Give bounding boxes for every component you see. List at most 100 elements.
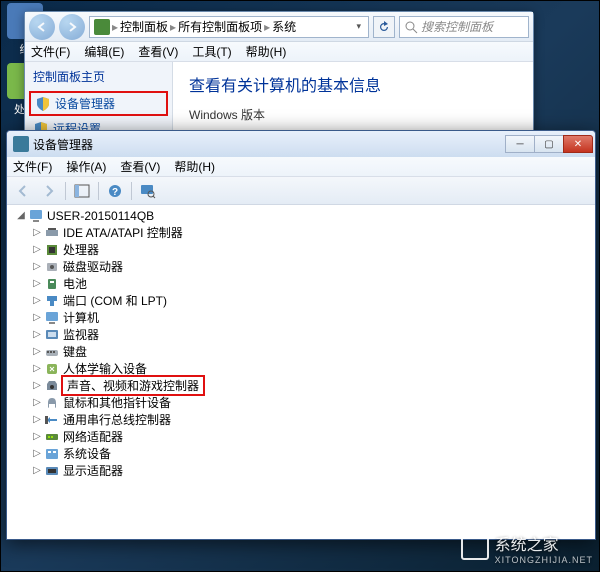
menu-action[interactable]: 操作(A): [66, 158, 106, 175]
breadcrumb-sep: ▸: [112, 20, 118, 34]
tree-node-label: 声音、视频和游戏控制器: [61, 375, 205, 396]
close-button[interactable]: ✕: [563, 135, 593, 153]
toolbar-separator: [131, 182, 132, 200]
menu-tools[interactable]: 工具(T): [192, 43, 231, 60]
expand-icon[interactable]: ▷: [31, 278, 43, 289]
control-panel-window: ▸ 控制面板 ▸ 所有控制面板项 ▸ 系统 ▾ 搜索控制面板 文件(F) 编辑(…: [24, 11, 534, 146]
device-category-icon: [44, 225, 60, 241]
dm-menubar: 文件(F) 操作(A) 查看(V) 帮助(H): [7, 157, 595, 177]
expand-icon[interactable]: ▷: [31, 431, 43, 442]
breadcrumb-sep: ▸: [170, 20, 176, 34]
menu-view[interactable]: 查看(V): [120, 158, 160, 175]
collapse-icon[interactable]: ◢: [15, 210, 27, 221]
cp-navbar: ▸ 控制面板 ▸ 所有控制面板项 ▸ 系统 ▾ 搜索控制面板: [25, 12, 533, 42]
watermark-text: 系统之家: [495, 537, 559, 554]
maximize-button[interactable]: ▢: [534, 135, 564, 153]
computer-icon: [28, 208, 44, 224]
device-manager-window: 设备管理器 ─ ▢ ✕ 文件(F) 操作(A) 查看(V) 帮助(H) ?: [6, 130, 596, 540]
device-tree[interactable]: ◢ USER-20150114QB ▷ IDE ATA/ATAPI 控制器▷ 处…: [7, 205, 595, 539]
tb-show-hidden-button[interactable]: [70, 180, 94, 202]
search-input[interactable]: 搜索控制面板: [399, 16, 529, 38]
tree-node[interactable]: ▷ 系统设备: [7, 445, 595, 462]
tree-node[interactable]: ▷ IDE ATA/ATAPI 控制器: [7, 224, 595, 241]
expand-icon[interactable]: ▷: [31, 244, 43, 255]
arrow-right-icon: [41, 183, 57, 199]
expand-icon[interactable]: ▷: [31, 397, 43, 408]
tb-forward-button[interactable]: [37, 180, 61, 202]
expand-icon[interactable]: ▷: [31, 329, 43, 340]
nav-back-button[interactable]: [29, 14, 55, 40]
tree-node-label: 鼠标和其他指针设备: [63, 394, 171, 411]
expand-icon[interactable]: ▷: [31, 227, 43, 238]
tree-node[interactable]: ▷ 监视器: [7, 326, 595, 343]
expand-icon[interactable]: ▷: [31, 380, 43, 391]
toolbar-separator: [98, 182, 99, 200]
menu-help[interactable]: 帮助(H): [174, 158, 215, 175]
tree-node-label: IDE ATA/ATAPI 控制器: [63, 224, 183, 241]
expand-icon[interactable]: ▷: [31, 414, 43, 425]
expand-icon[interactable]: ▷: [31, 448, 43, 459]
tree-node[interactable]: ▷ 电池: [7, 275, 595, 292]
minimize-button[interactable]: ─: [505, 135, 535, 153]
arrow-left-icon: [36, 21, 48, 33]
tree-node-label: 端口 (COM 和 LPT): [63, 292, 167, 309]
dm-toolbar: ?: [7, 177, 595, 205]
tree-node[interactable]: ▷ 通用串行总线控制器: [7, 411, 595, 428]
sidebar-header: 控制面板主页: [29, 68, 168, 85]
tb-help-button[interactable]: ?: [103, 180, 127, 202]
tree-node[interactable]: ▷ 处理器: [7, 241, 595, 258]
tree-node[interactable]: ▷ 磁盘驱动器: [7, 258, 595, 275]
svg-text:?: ?: [112, 187, 118, 198]
expand-icon[interactable]: ▷: [31, 261, 43, 272]
tree-node[interactable]: ▷ 网络适配器: [7, 428, 595, 445]
expand-icon[interactable]: ▷: [31, 465, 43, 476]
menu-file[interactable]: 文件(F): [13, 158, 52, 175]
device-category-icon: [44, 327, 60, 343]
tree-node[interactable]: ▷ 端口 (COM 和 LPT): [7, 292, 595, 309]
refresh-icon: [378, 21, 390, 33]
expand-icon[interactable]: ▷: [31, 312, 43, 323]
menu-help[interactable]: 帮助(H): [246, 43, 287, 60]
sidebar-link-device-manager[interactable]: 设备管理器: [29, 91, 168, 116]
device-category-icon: [44, 378, 60, 394]
tree-node[interactable]: ▷ 键盘: [7, 343, 595, 360]
menu-edit[interactable]: 编辑(E): [84, 43, 124, 60]
cp-main-heading: 查看有关计算机的基本信息: [189, 72, 517, 96]
tree-node-label: 监视器: [63, 326, 99, 343]
device-category-icon: [44, 310, 60, 326]
sidebar-link-label: 设备管理器: [55, 95, 115, 112]
device-category-icon: [44, 395, 60, 411]
device-category-icon: [44, 361, 60, 377]
chevron-down-icon[interactable]: ▾: [353, 21, 364, 32]
address-bar[interactable]: ▸ 控制面板 ▸ 所有控制面板项 ▸ 系统 ▾: [89, 16, 369, 38]
cp-menubar: 文件(F) 编辑(E) 查看(V) 工具(T) 帮助(H): [25, 42, 533, 62]
breadcrumb-seg[interactable]: 所有控制面板项: [178, 18, 262, 35]
device-category-icon: [44, 412, 60, 428]
menu-view[interactable]: 查看(V): [138, 43, 178, 60]
tree-node[interactable]: ▷ 显示适配器: [7, 462, 595, 479]
tree-node-label: 系统设备: [63, 445, 111, 462]
dm-titlebar[interactable]: 设备管理器 ─ ▢ ✕: [7, 131, 595, 157]
tb-scan-button[interactable]: [136, 180, 160, 202]
watermark-logo-icon: [461, 536, 489, 560]
breadcrumb-sep: ▸: [264, 20, 270, 34]
breadcrumb-seg[interactable]: 系统: [272, 18, 296, 35]
tree-root[interactable]: ◢ USER-20150114QB: [7, 207, 595, 224]
help-icon: ?: [107, 183, 123, 199]
tree-node[interactable]: ▷ 计算机: [7, 309, 595, 326]
arrow-right-icon: [66, 21, 78, 33]
expand-icon[interactable]: ▷: [31, 295, 43, 306]
shield-icon: [35, 96, 51, 112]
device-manager-icon: [13, 136, 29, 152]
toolbar-separator: [65, 182, 66, 200]
tb-back-button[interactable]: [11, 180, 35, 202]
nav-forward-button[interactable]: [59, 14, 85, 40]
expand-icon[interactable]: ▷: [31, 363, 43, 374]
tree-node[interactable]: ▷ 声音、视频和游戏控制器: [7, 377, 595, 394]
refresh-button[interactable]: [373, 16, 395, 38]
breadcrumb-seg[interactable]: 控制面板: [120, 18, 168, 35]
expand-icon[interactable]: ▷: [31, 346, 43, 357]
menu-file[interactable]: 文件(F): [31, 43, 70, 60]
device-category-icon: [44, 259, 60, 275]
tree-node[interactable]: ▷ 鼠标和其他指针设备: [7, 394, 595, 411]
